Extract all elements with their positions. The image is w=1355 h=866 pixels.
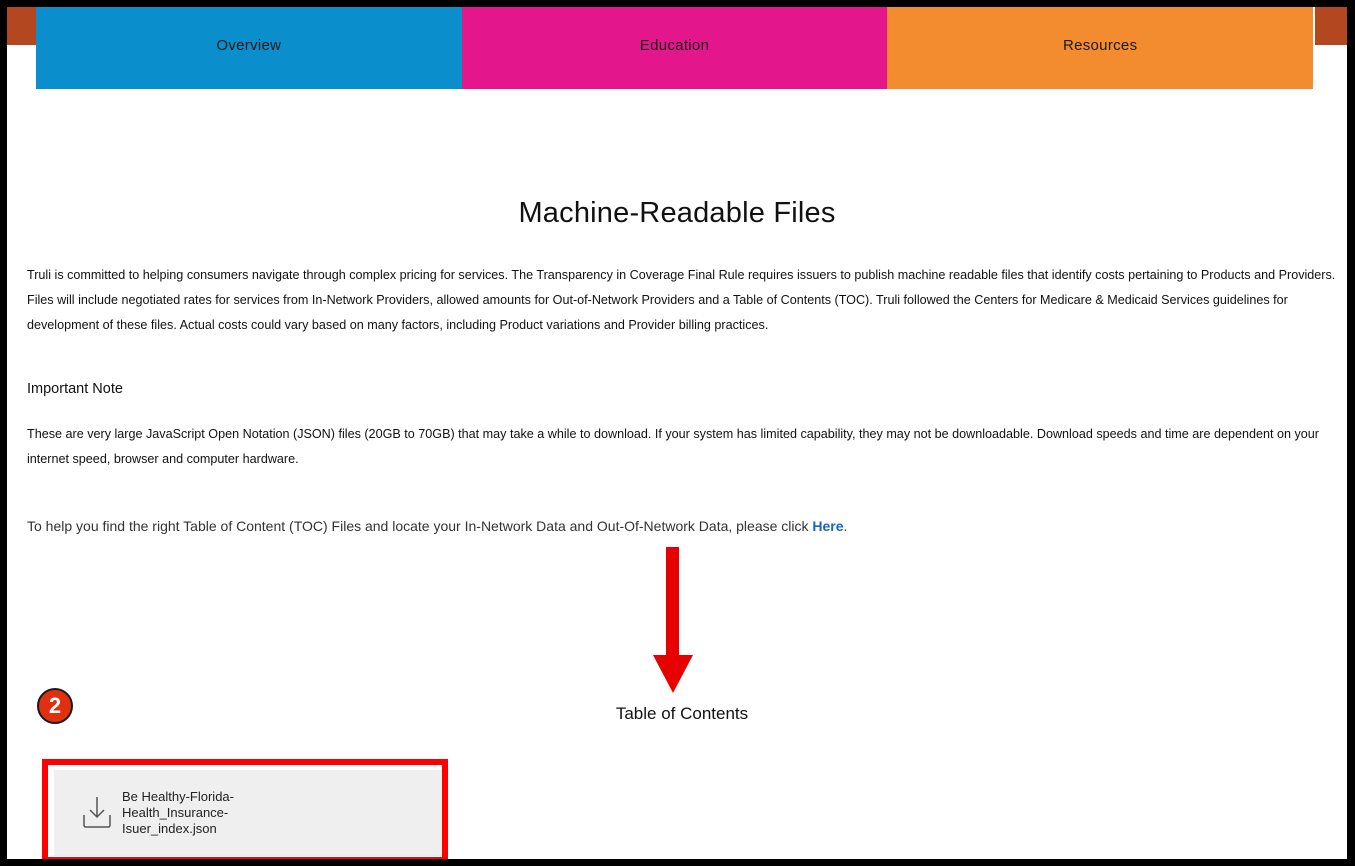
tab-education[interactable]: Education bbox=[461, 7, 888, 89]
header-accent-left bbox=[7, 7, 37, 45]
help-text: To help you find the right Table of Cont… bbox=[27, 518, 813, 534]
intro-paragraph: Truli is committed to helping consumers … bbox=[27, 268, 1336, 332]
important-note-text: These are very large JavaScript Open Not… bbox=[27, 427, 1320, 466]
help-suffix: . bbox=[843, 518, 848, 534]
tab-resources[interactable]: Resources bbox=[887, 7, 1314, 89]
tab-education-label: Education bbox=[639, 37, 710, 54]
red-arrow-head bbox=[653, 655, 693, 693]
help-line: To help you find the right Table of Cont… bbox=[27, 518, 847, 534]
tab-overview-label: Overview bbox=[216, 37, 282, 54]
tab-overview[interactable]: Overview bbox=[36, 7, 462, 89]
red-arrow-shaft bbox=[666, 547, 679, 659]
here-link[interactable]: Here bbox=[812, 518, 843, 534]
toc-file-name: Be Healthy-Florida-Health_Insurance-Isue… bbox=[122, 789, 234, 836]
important-note-heading: Important Note bbox=[27, 381, 123, 397]
toc-heading: Table of Contents bbox=[615, 704, 749, 723]
header-accent-right bbox=[1315, 7, 1347, 45]
tab-resources-label: Resources bbox=[1062, 37, 1138, 54]
page-title: Machine-Readable Files bbox=[518, 197, 836, 229]
page-frame: Overview Education Resources Machine-Rea… bbox=[0, 0, 1355, 866]
main-nav: Overview Education Resources bbox=[36, 7, 1314, 89]
toc-file-download[interactable]: Be Healthy-Florida-Health_Insurance-Isue… bbox=[54, 770, 442, 856]
download-icon bbox=[83, 797, 111, 828]
